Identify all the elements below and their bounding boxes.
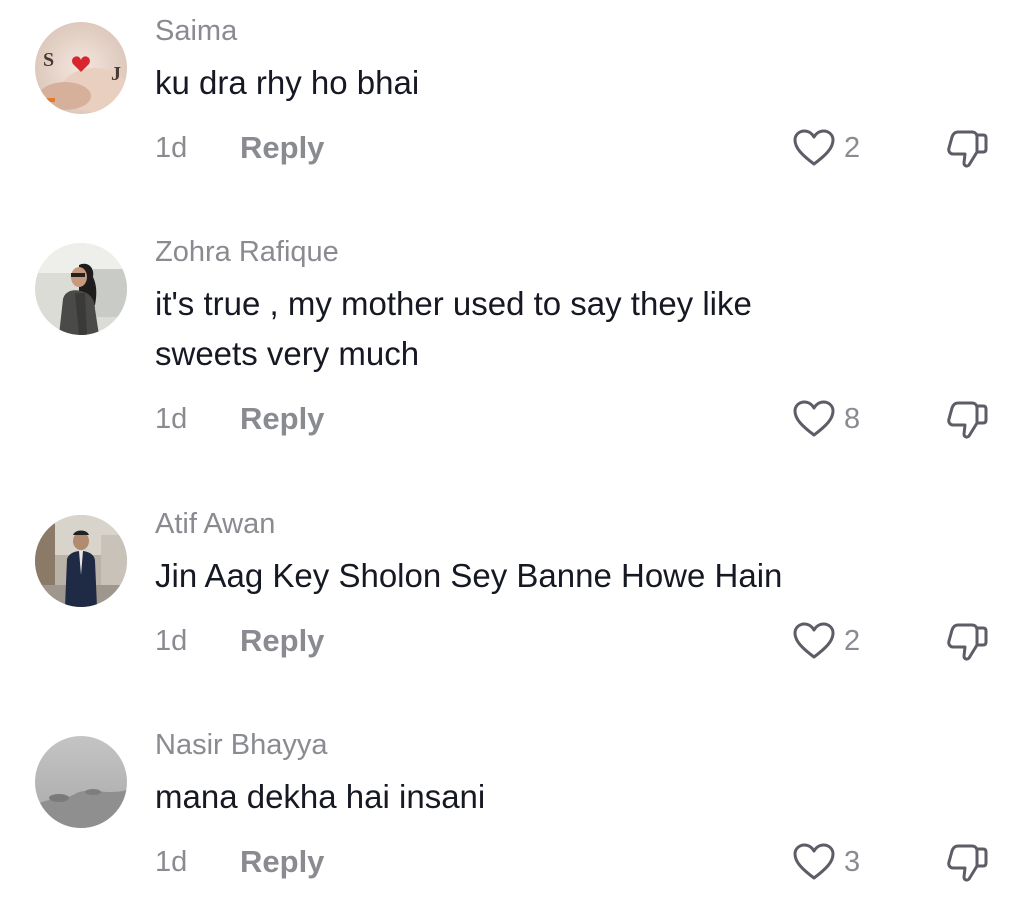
reply-button[interactable]: Reply: [240, 842, 324, 882]
dislike-button[interactable]: [944, 621, 990, 661]
comment-text: ku dra rhy ho bhai: [155, 58, 419, 108]
comment-username[interactable]: Saima: [155, 14, 237, 48]
comment-username[interactable]: Atif Awan: [155, 507, 275, 541]
comment-text-line: it's true , my mother used to say they l…: [155, 285, 752, 322]
like-button[interactable]: 8: [792, 399, 860, 439]
like-count: 8: [844, 403, 861, 435]
comment-text: it's true , my mother used to say they l…: [155, 279, 752, 379]
comment-username[interactable]: Nasir Bhayya: [155, 728, 327, 762]
avatar-letter-j: J: [111, 63, 121, 85]
heart-outline-icon: [792, 128, 836, 168]
dislike-button[interactable]: [944, 128, 990, 168]
like-button[interactable]: 3: [792, 842, 860, 882]
like-count: 2: [844, 132, 861, 164]
avatar[interactable]: [35, 515, 127, 607]
dislike-button[interactable]: [944, 399, 990, 439]
thumbs-down-outline-icon: [944, 128, 990, 168]
comment-username[interactable]: Zohra Rafique: [155, 235, 339, 269]
reply-button[interactable]: Reply: [240, 128, 324, 168]
avatar[interactable]: [35, 736, 127, 828]
comment-text-line: sweets very much: [155, 335, 420, 372]
heart-outline-icon: [792, 399, 836, 439]
like-count: 3: [844, 846, 861, 878]
comment-actions: 1d Reply 8: [0, 399, 1024, 439]
comment-text: Jin Aag Key Sholon Sey Banne Howe Hain: [155, 551, 782, 601]
dislike-button[interactable]: [944, 842, 990, 882]
avatar[interactable]: S J: [35, 22, 127, 114]
heart-outline-icon: [792, 621, 836, 661]
comment-text-line: Jin Aag Key Sholon Sey Banne Howe Hain: [155, 557, 783, 594]
comment-text-line: ku dra rhy ho bhai: [155, 64, 420, 101]
comment-time: 1d: [155, 403, 188, 435]
heart-outline-icon: [792, 842, 836, 882]
comment-actions: 1d Reply 2: [0, 621, 1024, 661]
comment-actions: 1d Reply 3: [0, 842, 1024, 882]
comment-text-line: mana dekha hai insani: [155, 778, 486, 815]
comment-list: S J Saima ku dra rhy ho bhai 1d Reply 2: [0, 0, 1024, 908]
avatar-letter-s: S: [43, 49, 54, 71]
thumbs-down-outline-icon: [944, 842, 990, 882]
thumbs-down-outline-icon: [944, 621, 990, 661]
comment-time: 1d: [155, 132, 188, 164]
reply-button[interactable]: Reply: [240, 621, 324, 661]
comment-actions: 1d Reply 2: [0, 128, 1024, 168]
like-button[interactable]: 2: [792, 128, 860, 168]
comment-time: 1d: [155, 846, 188, 878]
reply-button[interactable]: Reply: [240, 399, 324, 439]
like-button[interactable]: 2: [792, 621, 860, 661]
comment-text: mana dekha hai insani: [155, 772, 485, 822]
thumbs-down-outline-icon: [944, 399, 990, 439]
avatar[interactable]: [35, 243, 127, 335]
comment-time: 1d: [155, 625, 188, 657]
like-count: 2: [844, 625, 861, 657]
